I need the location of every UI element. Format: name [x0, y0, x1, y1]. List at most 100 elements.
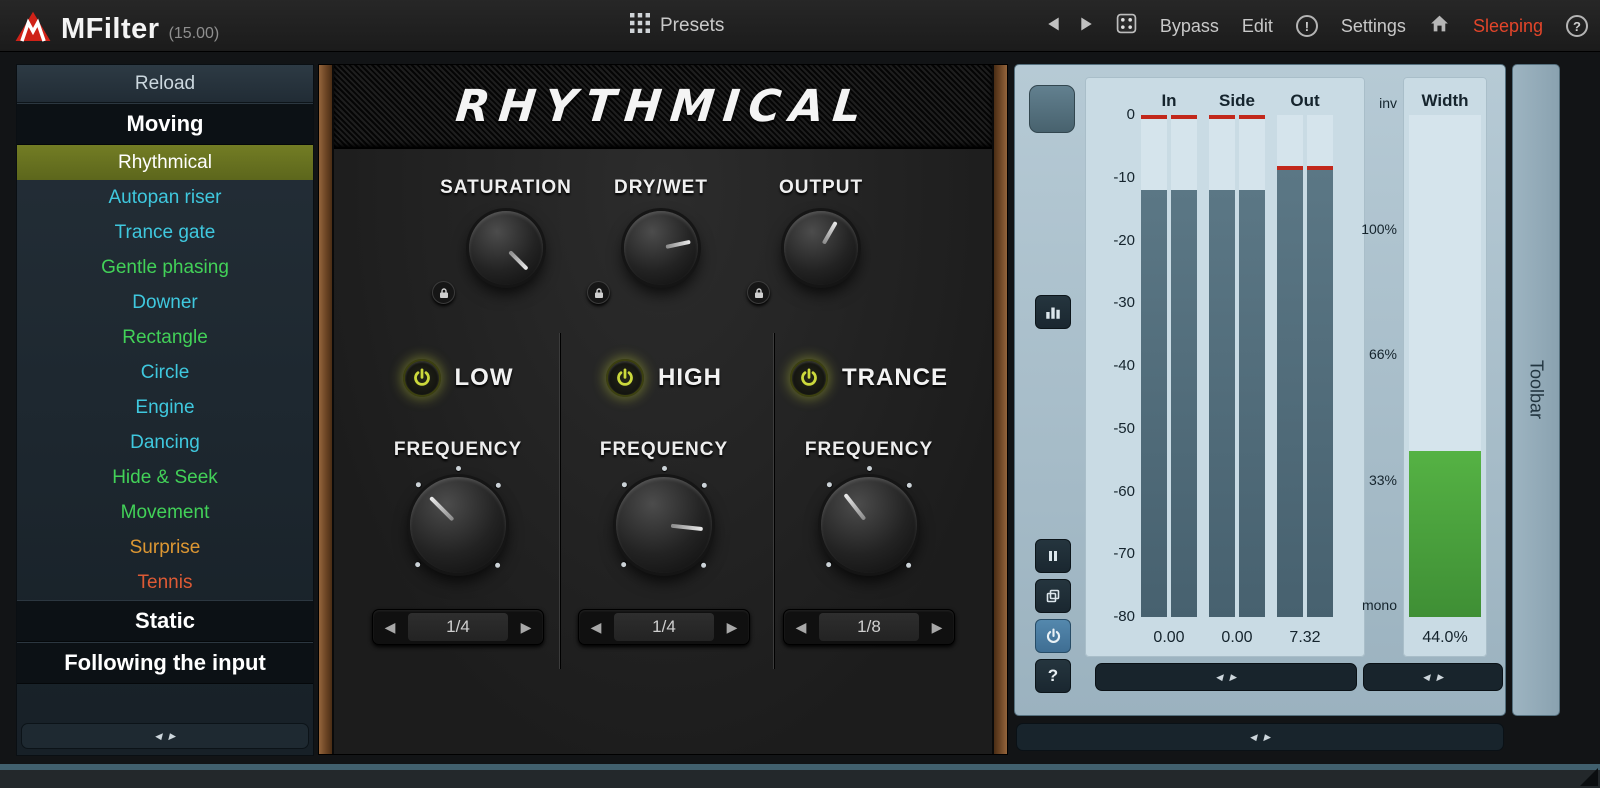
- toolbar-expander[interactable]: Toolbar: [1512, 64, 1560, 716]
- preset-item-rectangle[interactable]: Rectangle: [17, 320, 313, 355]
- step-right-arrow[interactable]: [509, 619, 543, 636]
- popout-button[interactable]: [1035, 579, 1071, 613]
- scale-label: -80: [1089, 609, 1135, 625]
- width-tick: mono: [1345, 597, 1397, 613]
- meters-horizontal-scrollbar[interactable]: [1095, 663, 1357, 691]
- width-header: Width: [1403, 91, 1487, 111]
- brand: MFilter (15.00): [0, 6, 219, 46]
- high-band-label: HIGH: [658, 364, 722, 392]
- next-preset-button[interactable]: [1080, 16, 1093, 37]
- meter-help-button[interactable]: ?: [1035, 659, 1071, 693]
- device-title: RHYTHMICAL: [453, 81, 872, 132]
- scale-label: -10: [1089, 170, 1135, 186]
- reload-button[interactable]: Reload: [17, 65, 313, 103]
- lock-icon[interactable]: [587, 281, 610, 304]
- band-high: HIGH FREQUENCY 1/4: [559, 359, 769, 645]
- preset-item-downer[interactable]: Downer: [17, 285, 313, 320]
- step-left-arrow[interactable]: [579, 619, 613, 636]
- app-title: MFilter: [61, 13, 160, 46]
- drywet-knob[interactable]: [624, 211, 698, 285]
- width-horizontal-scrollbar[interactable]: [1363, 663, 1503, 691]
- preset-browser: Reload Moving Rhythmical Autopan riser T…: [16, 64, 314, 756]
- bypass-button[interactable]: Bypass: [1160, 16, 1219, 37]
- preset-item-hide-and-seek[interactable]: Hide & Seek: [17, 460, 313, 495]
- preset-item-trance-gate[interactable]: Trance gate: [17, 215, 313, 250]
- section-header-following[interactable]: Following the input: [17, 642, 313, 684]
- width-value: 44.0%: [1403, 629, 1487, 647]
- meter-values: 0.00 0.00 7.32: [1141, 629, 1333, 647]
- settings-button[interactable]: Settings: [1341, 16, 1406, 37]
- trance-frequency-stepper: 1/8: [783, 609, 955, 645]
- in-meter: [1141, 115, 1197, 617]
- device-header-grille: RHYTHMICAL: [334, 65, 992, 149]
- step-right-arrow[interactable]: [715, 619, 749, 636]
- scroll-right-icon: [1264, 732, 1271, 743]
- scroll-right-icon: [1437, 672, 1444, 683]
- meter-bar: [1307, 115, 1333, 617]
- help-icon[interactable]: ?: [1566, 15, 1588, 37]
- scroll-right-icon: [1230, 672, 1237, 683]
- preset-item-surprise[interactable]: Surprise: [17, 530, 313, 565]
- toolbar-label: Toolbar: [1526, 360, 1547, 419]
- preset-item-movement[interactable]: Movement: [17, 495, 313, 530]
- knob-pointer: [611, 472, 717, 578]
- app-version: (15.00): [169, 25, 220, 43]
- edit-button[interactable]: Edit: [1242, 16, 1273, 37]
- home-icon[interactable]: [1429, 13, 1450, 39]
- analyzer-button[interactable]: [1035, 295, 1071, 329]
- preset-item-tennis[interactable]: Tennis: [17, 565, 313, 600]
- resize-grip[interactable]: [1580, 768, 1598, 786]
- preset-item-dancing[interactable]: Dancing: [17, 425, 313, 460]
- previous-preset-button[interactable]: [1047, 16, 1060, 37]
- random-preset-dice-icon[interactable]: [1116, 13, 1137, 39]
- section-header-static[interactable]: Static: [17, 600, 313, 642]
- preset-item-gentle-phasing[interactable]: Gentle phasing: [17, 250, 313, 285]
- grid-icon: [630, 13, 650, 39]
- scroll-right-icon: [169, 731, 176, 742]
- knob-pointer: [454, 196, 559, 301]
- warning-icon[interactable]: !: [1296, 15, 1318, 37]
- knob-pointer: [770, 197, 871, 298]
- width-scale: inv 100% 66% 33% mono: [1345, 95, 1397, 613]
- in-peak-value: 0.00: [1141, 629, 1197, 647]
- scroll-left-icon: [1216, 672, 1223, 683]
- preset-item-rhythmical[interactable]: Rhythmical: [17, 145, 313, 180]
- drywet-label: DRY/WET: [614, 177, 708, 199]
- drywet-knob-group: DRY/WET: [581, 177, 741, 285]
- title-bar: MFilter (15.00) Presets: [0, 0, 1600, 52]
- trance-power-button[interactable]: [790, 359, 828, 397]
- preset-item-circle[interactable]: Circle: [17, 355, 313, 390]
- low-frequency-knob[interactable]: [410, 477, 506, 573]
- panel-bottom-scrollbar[interactable]: [1016, 723, 1504, 751]
- meter-bar: [1277, 115, 1303, 617]
- section-header-moving[interactable]: Moving: [17, 103, 313, 145]
- window-bottom-strip: [0, 770, 1600, 788]
- high-frequency-value[interactable]: 1/4: [614, 613, 714, 641]
- meter-vertical-scroll-handle[interactable]: [1029, 85, 1075, 133]
- step-left-arrow[interactable]: [373, 619, 407, 636]
- low-power-button[interactable]: [403, 359, 441, 397]
- high-frequency-knob[interactable]: [616, 477, 712, 573]
- meter-header-side: Side: [1209, 91, 1265, 111]
- step-right-arrow[interactable]: [920, 619, 954, 636]
- output-knob[interactable]: [784, 211, 858, 285]
- preset-item-engine[interactable]: Engine: [17, 390, 313, 425]
- low-frequency-value[interactable]: 1/4: [408, 613, 508, 641]
- lock-icon[interactable]: [432, 281, 455, 304]
- step-left-arrow[interactable]: [784, 619, 818, 636]
- trance-frequency-value[interactable]: 1/8: [819, 613, 919, 641]
- width-fill: [1409, 451, 1481, 617]
- preset-item-autopan-riser[interactable]: Autopan riser: [17, 180, 313, 215]
- sleeping-status[interactable]: Sleeping: [1473, 16, 1543, 37]
- pause-button[interactable]: [1035, 539, 1071, 573]
- knob-pointer: [617, 204, 705, 292]
- high-power-button[interactable]: [606, 359, 644, 397]
- trance-frequency-knob[interactable]: [821, 477, 917, 573]
- meter-power-button[interactable]: [1035, 619, 1071, 653]
- lock-icon[interactable]: [747, 281, 770, 304]
- saturation-knob[interactable]: [469, 211, 543, 285]
- sidebar-horizontal-scrollbar[interactable]: [21, 723, 309, 749]
- out-peak-value: 7.32: [1277, 629, 1333, 647]
- presets-button[interactable]: Presets: [630, 0, 724, 52]
- width-tick: 33%: [1345, 472, 1397, 488]
